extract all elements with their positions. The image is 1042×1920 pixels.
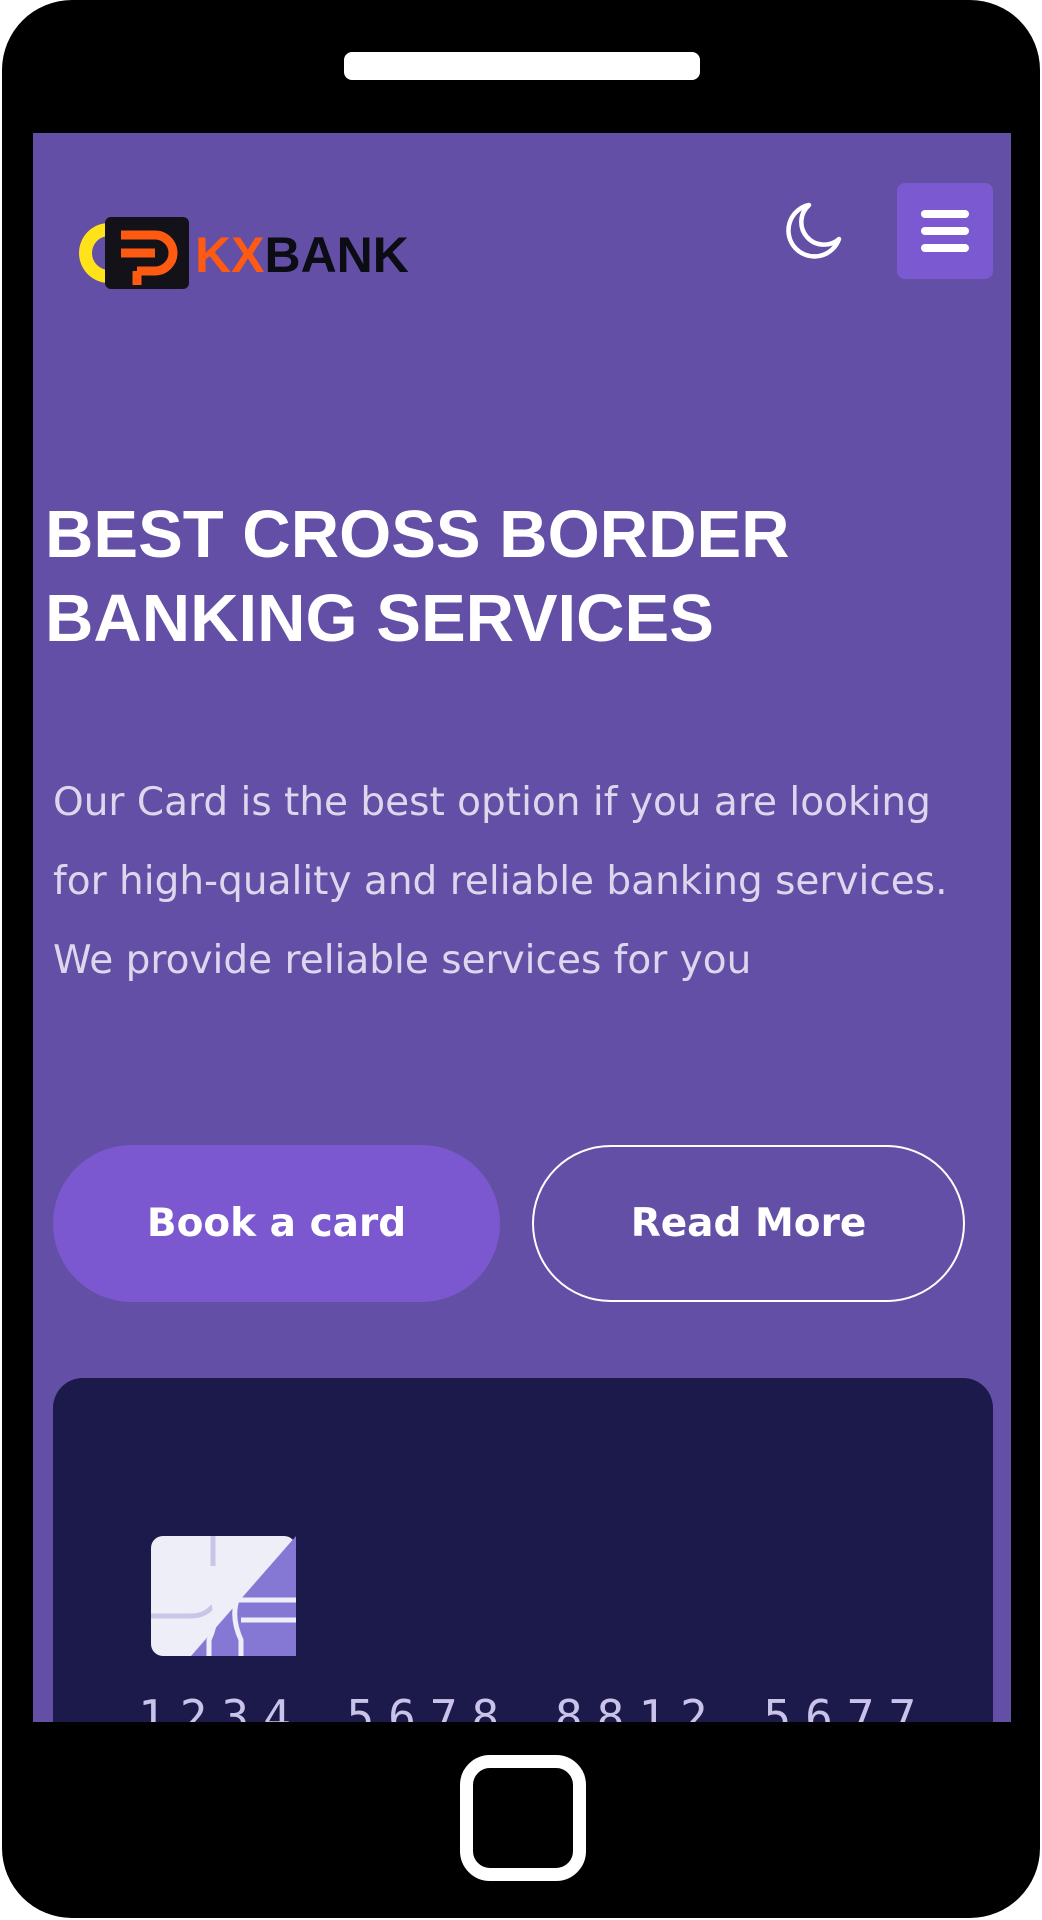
card-chip-icon <box>151 1536 296 1656</box>
hamburger-icon-bar <box>921 227 969 235</box>
brand-logo[interactable]: KXBANK <box>75 213 435 293</box>
brand-name-bank: BANK <box>264 227 409 283</box>
card-number: 1234 5678 8812 5677 <box>138 1690 931 1722</box>
logo-mark-icon <box>79 217 189 289</box>
brand-name: KXBANK <box>195 225 409 285</box>
hamburger-icon-bar <box>921 210 969 218</box>
home-button-center <box>487 1782 559 1854</box>
phone-frame: KXBANK BEST CROSS BORDER BANKING SERVICE… <box>2 0 1040 1918</box>
moon-icon[interactable] <box>781 199 845 263</box>
hero-title-line2: BANKING SERVICES <box>45 581 714 656</box>
home-button[interactable] <box>460 1755 586 1881</box>
book-card-button[interactable]: Book a card <box>53 1145 500 1302</box>
hero-title: BEST CROSS BORDER BANKING SERVICES <box>45 493 985 661</box>
brand-name-kx: KX <box>195 227 265 283</box>
hero-title-line1: BEST CROSS BORDER <box>45 497 790 572</box>
phone-speaker <box>344 52 700 80</box>
bank-card-preview: 1234 5678 8812 5677 <box>53 1378 993 1722</box>
hamburger-icon-bar <box>921 244 969 252</box>
menu-button[interactable] <box>897 183 993 279</box>
hero-description: Our Card is the best option if you are l… <box>53 780 948 983</box>
app-screen: KXBANK BEST CROSS BORDER BANKING SERVICE… <box>33 133 1011 1722</box>
read-more-button[interactable]: Read More <box>532 1145 965 1302</box>
